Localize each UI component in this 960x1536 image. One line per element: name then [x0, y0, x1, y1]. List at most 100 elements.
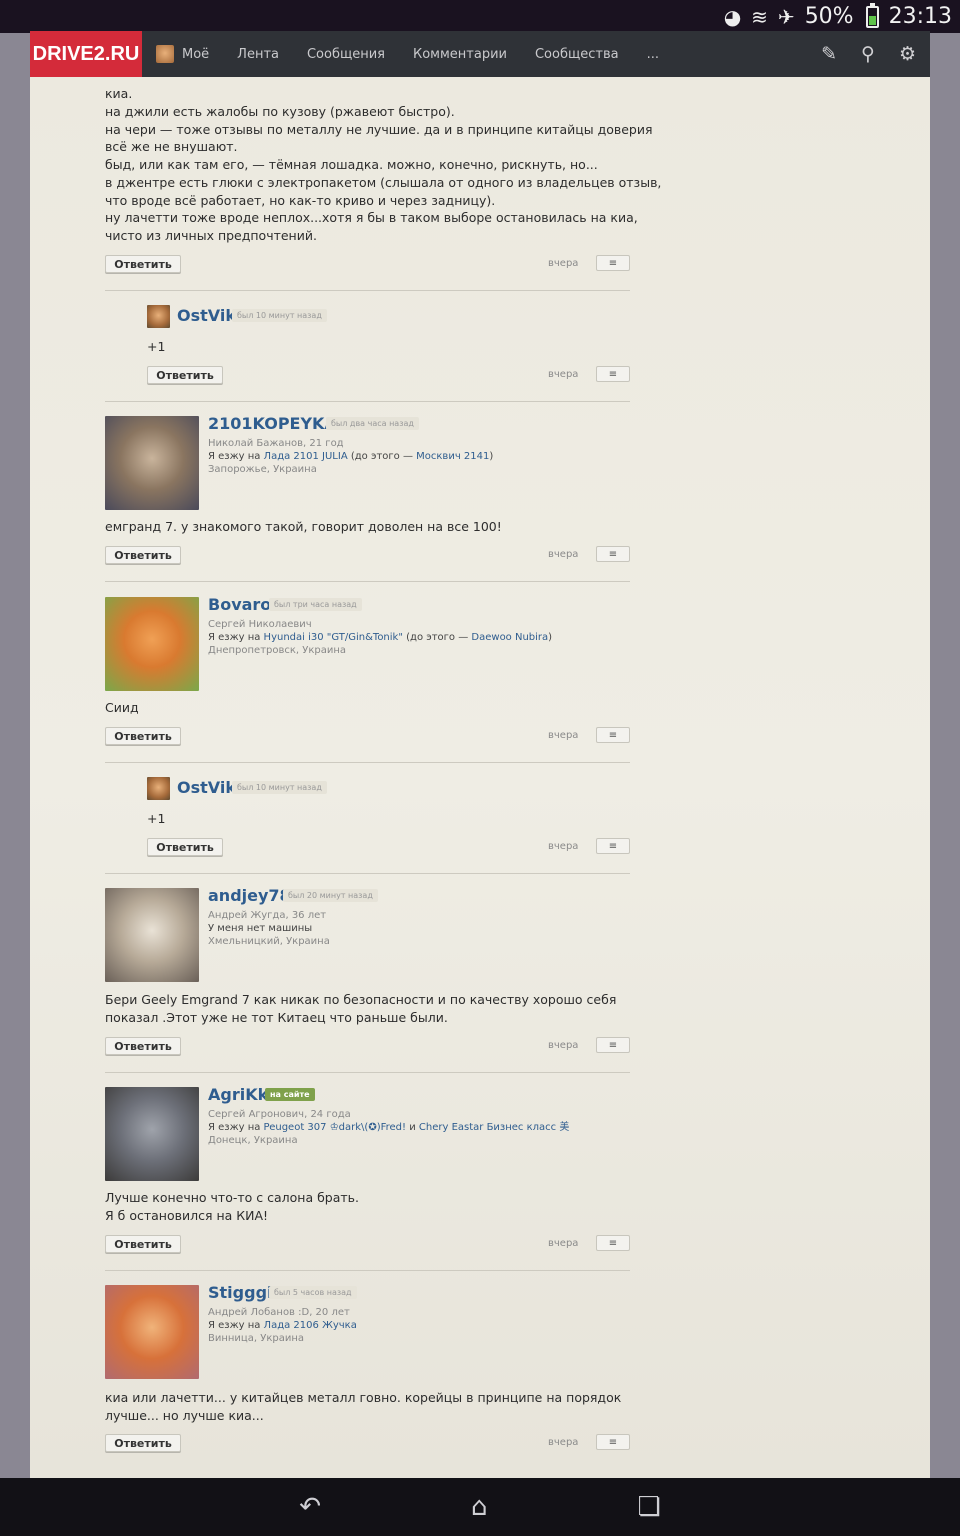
recent-apps-icon[interactable]: ❏ — [638, 1492, 661, 1522]
pencil-icon[interactable]: ✎ — [821, 43, 837, 65]
user-name-age: Андрей Жугда, 36 лет — [208, 910, 327, 921]
car-link[interactable]: Peugeot 307 — [264, 1122, 327, 1133]
status-badge: был 5 часов назад — [269, 1286, 357, 1299]
comments-page: киа. на джили есть жалобы по кузову (ржа… — [30, 77, 930, 1478]
comment-menu-button[interactable]: ≡ — [596, 1434, 630, 1450]
avatar[interactable] — [147, 305, 170, 328]
prev-car-link[interactable]: Daewoo Nubira — [471, 632, 548, 643]
search-icon[interactable]: ⚲ — [861, 43, 875, 65]
username[interactable]: OstVik — [177, 778, 236, 797]
reply-button[interactable]: Ответить — [105, 727, 181, 745]
comment-text: емгранд 7. у знакомого такой, говорит до… — [105, 519, 502, 534]
avatar[interactable] — [105, 416, 199, 510]
status-badge: был 10 минут назад — [232, 781, 327, 794]
reply-button[interactable]: Ответить — [147, 838, 223, 856]
username[interactable]: AgriKk — [208, 1085, 268, 1104]
nav-item-messages[interactable]: Сообщения — [307, 47, 385, 62]
car-link[interactable]: Лада 2106 — [264, 1320, 319, 1331]
divider — [105, 581, 630, 582]
comment-menu-button[interactable]: ≡ — [596, 546, 630, 562]
divider — [105, 873, 630, 874]
clock: 23:13 — [888, 4, 952, 29]
user-location: Донецк, Украина — [208, 1135, 298, 1146]
comment-text-line: всё же не внушают. — [105, 139, 238, 154]
prev-label: (до этого — — [402, 632, 472, 643]
reply-button[interactable]: Ответить — [147, 366, 223, 384]
comment-text-line: Лучше конечно что-то с салона брать. — [105, 1190, 359, 1205]
username[interactable]: andjey78 — [208, 886, 291, 905]
comment-date: вчера — [548, 549, 579, 560]
comment-text-line: показал .Этот уже не тот Китаец что рань… — [105, 1010, 448, 1025]
reply-button[interactable]: Ответить — [105, 1235, 181, 1253]
comment-text-line: киа или лачетти... у китайцев металл гов… — [105, 1390, 622, 1405]
username[interactable]: OstVik — [177, 306, 236, 325]
top-navbar: DRIVE2.RU Моё Лента Сообщения Комментари… — [30, 31, 930, 77]
comment-text-line: на чери — тоже отзывы по металлу не лучш… — [105, 122, 653, 137]
airplane-icon: ✈ — [777, 4, 795, 29]
comment-menu-button[interactable]: ≡ — [596, 1037, 630, 1053]
prev-car-link[interactable]: Москвич 2141 — [416, 451, 489, 462]
car-link[interactable]: Лада 2101 JULIA — [264, 451, 348, 462]
nav-item-feed[interactable]: Лента — [237, 47, 279, 62]
online-badge: на сайте — [265, 1088, 315, 1101]
nav-item-label: Моё — [182, 46, 210, 62]
and-label: и — [406, 1122, 419, 1133]
comment-date: вчера — [548, 841, 579, 852]
prev-label: (до этого — — [347, 451, 417, 462]
comment-text-line: чисто из личных предпочтений. — [105, 228, 317, 243]
comment-date: вчера — [548, 1437, 579, 1448]
comment-menu-button[interactable]: ≡ — [596, 366, 630, 382]
nav-item-more[interactable]: ... — [647, 47, 659, 62]
comment-menu-button[interactable]: ≡ — [596, 838, 630, 854]
comment-text-line: в джентре есть глюки с электропакетом (с… — [105, 175, 662, 190]
gear-icon[interactable]: ⚙ — [899, 43, 916, 65]
username[interactable]: 2101KOPEYKA — [208, 414, 337, 433]
comment-menu-button[interactable]: ≡ — [596, 255, 630, 271]
comment-text-line: на джили есть жалобы по кузову (ржавеют … — [105, 104, 455, 119]
headset-icon: ◕ — [723, 4, 742, 29]
battery-percent: 50% — [804, 4, 854, 29]
user-cars: Я езжу на Hyundai i30 "GT/Gin&Tonik" (до… — [208, 631, 552, 644]
reply-button[interactable]: Ответить — [105, 1434, 181, 1452]
site-logo[interactable]: DRIVE2.RU — [30, 31, 142, 77]
comment-menu-button[interactable]: ≡ — [596, 1235, 630, 1251]
avatar[interactable] — [105, 597, 199, 691]
reply-button[interactable]: Ответить — [105, 255, 181, 273]
comment-date: вчера — [548, 258, 579, 269]
car-nickname[interactable]: ♔dark\(✪)Fred! — [330, 1122, 406, 1133]
back-icon[interactable]: ↶ — [299, 1492, 321, 1522]
username[interactable]: Stigggi — [208, 1283, 273, 1302]
car2-link[interactable]: Chery Eastar Бизнес класс — [419, 1122, 556, 1133]
reply-button[interactable]: Ответить — [105, 546, 181, 564]
status-badge: был три часа назад — [269, 598, 362, 611]
prev-suffix: ) — [489, 451, 494, 462]
user-cars: Я езжу на Лада 2106 Жучка — [208, 1319, 357, 1332]
nav-item-communities[interactable]: Сообщества — [535, 47, 619, 62]
drives-label: Я езжу на — [208, 451, 264, 462]
battery-icon — [865, 2, 879, 28]
drives-label: Я езжу на — [208, 1122, 264, 1133]
nav-item-comments[interactable]: Комментарии — [413, 47, 507, 62]
username[interactable]: Bovaro — [208, 595, 271, 614]
comment-date: вчера — [548, 1238, 579, 1249]
home-icon[interactable]: ⌂ — [471, 1492, 488, 1522]
avatar[interactable] — [105, 1087, 199, 1181]
car-nickname[interactable]: Жучка — [322, 1320, 357, 1331]
comment-date: вчера — [548, 730, 579, 741]
comment-menu-button[interactable]: ≡ — [596, 727, 630, 743]
status-badge: был 10 минут назад — [232, 309, 327, 322]
car-link[interactable]: Hyundai i30 "GT/Gin&Tonik" — [264, 632, 403, 643]
nav-item-mine[interactable]: Моё — [156, 45, 209, 63]
user-cars: Я езжу на Лада 2101 JULIA (до этого — Мо… — [208, 450, 493, 463]
reply-button[interactable]: Ответить — [105, 1037, 181, 1055]
prev-suffix: ) — [548, 632, 553, 643]
divider — [105, 290, 630, 291]
avatar[interactable] — [105, 1285, 199, 1379]
avatar[interactable] — [147, 777, 170, 800]
comment-text-line: киа. — [105, 86, 133, 101]
divider — [105, 1270, 630, 1271]
avatar[interactable] — [105, 888, 199, 982]
status-bar: ◕ ≋ ✈ 50% 23:13 — [0, 0, 960, 33]
status-badge: был два часа назад — [326, 417, 419, 430]
user-name-age: Андрей Лобанов :D, 20 лет — [208, 1307, 350, 1318]
